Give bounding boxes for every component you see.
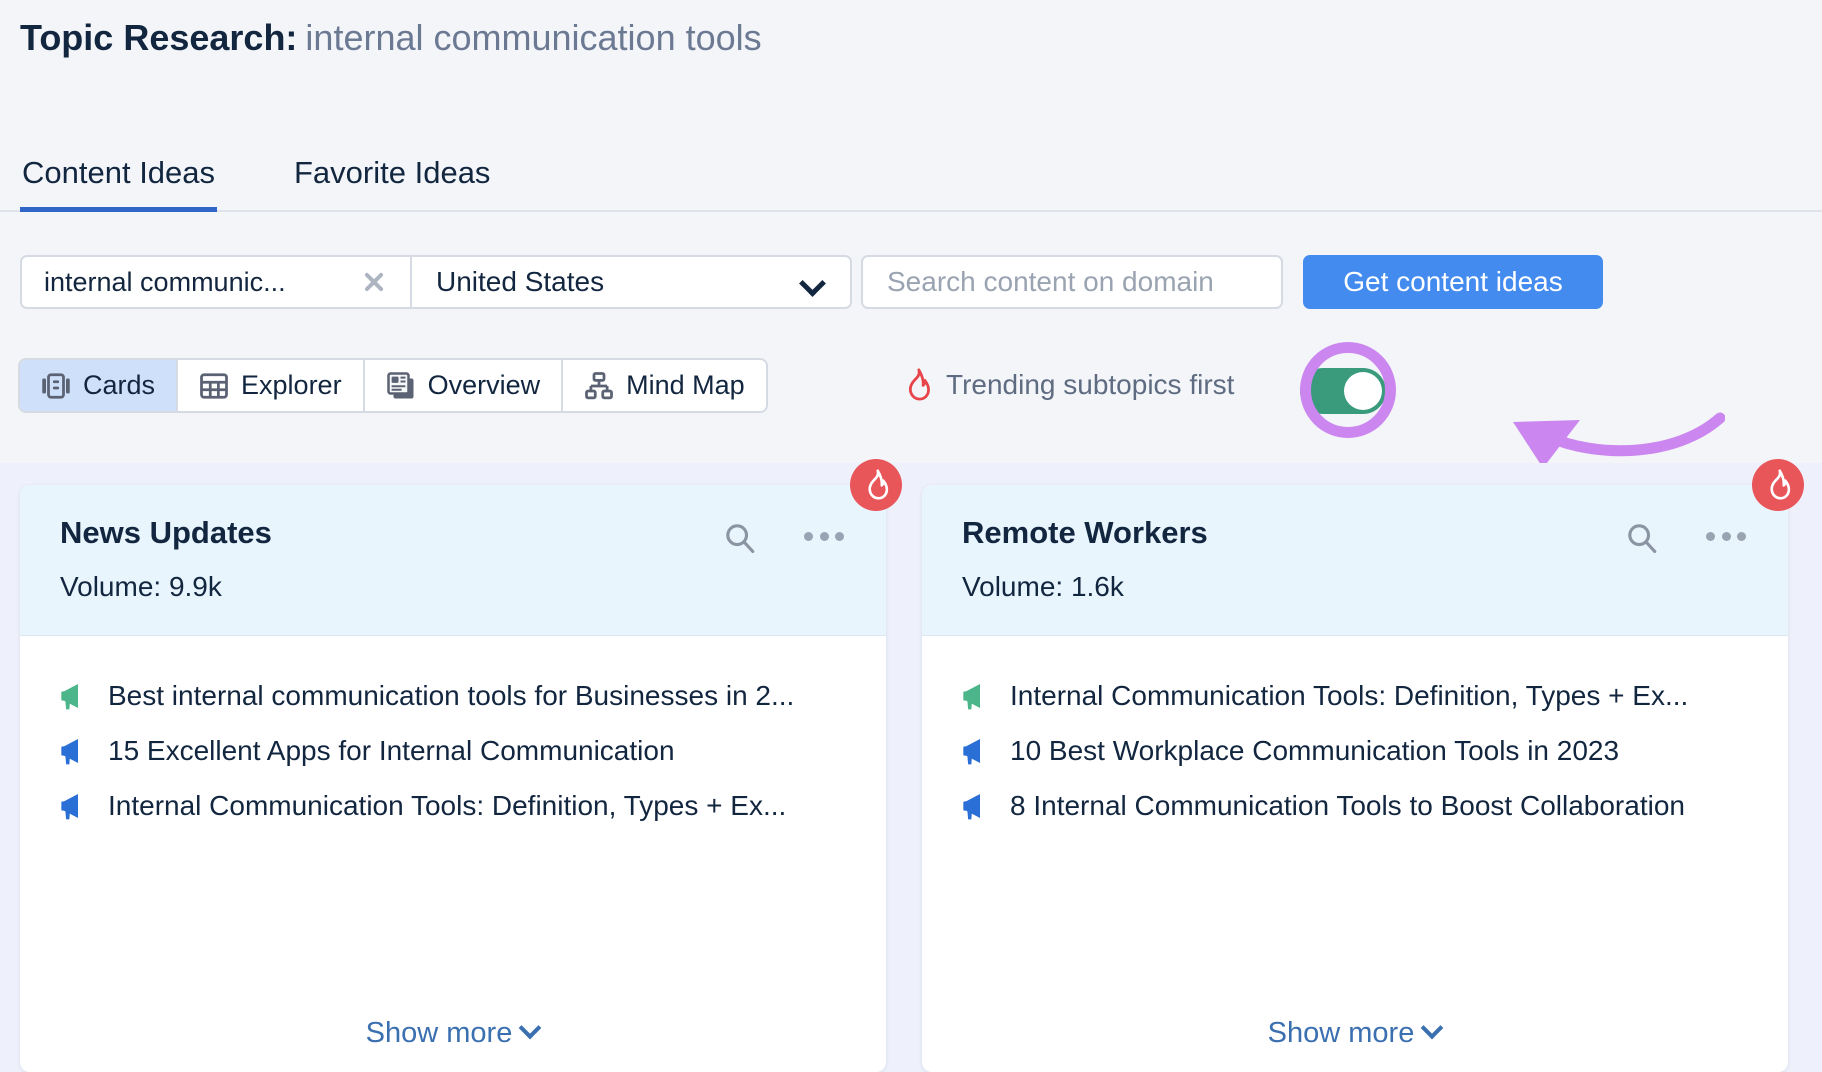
show-more-label: Show more — [365, 1017, 513, 1049]
domain-search-input[interactable]: Search content on domain — [861, 255, 1283, 309]
keyword-value: internal communic... — [44, 266, 286, 297]
list-item[interactable]: 10 Best Workplace Communication Tools in… — [962, 735, 1619, 767]
topic-card-volume: Volume: 1.6k — [962, 571, 1124, 602]
megaphone-icon — [963, 739, 980, 765]
close-icon[interactable] — [360, 268, 388, 296]
topic-card-body: Best internal communication tools for Bu… — [20, 636, 886, 1072]
fire-icon — [908, 368, 930, 401]
view-mode-cards[interactable]: Cards — [20, 360, 179, 411]
country-select[interactable]: United States — [412, 255, 852, 309]
list-item[interactable]: Internal Communication Tools: Definition… — [962, 680, 1688, 712]
page-title-topic: internal communication tools — [305, 17, 762, 58]
list-item[interactable]: 8 Internal Communication Tools to Boost … — [962, 790, 1685, 822]
view-mode-mind-map-label: Mind Map — [626, 370, 745, 400]
tab-favorite-ideas-label: Favorite Ideas — [294, 155, 491, 190]
topic-card[interactable]: News Updates Volume: 9.9k Best internal … — [20, 459, 902, 1072]
tab-content-ideas[interactable]: Content Ideas — [20, 150, 218, 212]
list-item-label: 15 Excellent Apps for Internal Communica… — [108, 735, 675, 766]
show-more-button[interactable]: Show more — [922, 1017, 1788, 1050]
view-mode-explorer[interactable]: Explorer — [178, 360, 365, 411]
trending-badge — [1752, 459, 1804, 511]
list-item-label: Internal Communication Tools: Definition… — [108, 790, 787, 821]
chevron-down-icon — [522, 1020, 540, 1038]
megaphone-icon — [61, 739, 78, 765]
chevron-down-icon — [802, 274, 824, 286]
toggle-knob — [1344, 372, 1382, 410]
view-mode-explorer-label: Explorer — [241, 370, 342, 400]
megaphone-icon — [963, 684, 980, 710]
list-item-label: 8 Internal Communication Tools to Boost … — [1010, 790, 1685, 821]
topic-card-title: Remote Workers — [962, 515, 1208, 550]
page-title: Topic Research: internal communication to… — [20, 16, 762, 60]
keyword-input[interactable]: internal communic... — [20, 255, 412, 309]
trending-subtopics-toggle[interactable] — [1300, 368, 1386, 414]
topic-card-body: Internal Communication Tools: Definition… — [922, 636, 1788, 1072]
search-icon[interactable] — [723, 521, 757, 555]
view-mode-switcher: Cards Explorer Overview Mind Map — [18, 358, 768, 413]
country-value: United States — [436, 266, 605, 297]
ellipsis-icon[interactable] — [804, 531, 844, 541]
tabbar: Content Ideas Favorite Ideas — [0, 150, 1822, 212]
topic-card-title: News Updates — [60, 515, 272, 550]
search-icon[interactable] — [1625, 521, 1659, 555]
chevron-down-icon — [1424, 1020, 1442, 1038]
topic-card-header: Remote Workers Volume: 1.6k — [922, 459, 1804, 636]
list-item[interactable]: Best internal communication tools for Bu… — [60, 680, 794, 712]
fire-icon — [1770, 469, 1791, 500]
cards-area: News Updates Volume: 9.9k Best internal … — [0, 459, 1822, 1072]
list-item-label: Internal Communication Tools: Definition… — [1010, 680, 1689, 711]
page-title-prefix: Topic Research: — [20, 17, 298, 58]
megaphone-icon — [963, 794, 980, 820]
topic-card-header: News Updates Volume: 9.9k — [20, 459, 902, 636]
table-icon — [200, 372, 228, 399]
list-item-label: 10 Best Workplace Communication Tools in… — [1010, 735, 1620, 766]
list-item[interactable]: 15 Excellent Apps for Internal Communica… — [60, 735, 675, 767]
ellipsis-icon[interactable] — [1706, 531, 1746, 541]
view-mode-cards-label: Cards — [83, 370, 156, 400]
trending-badge — [850, 459, 902, 511]
show-more-button[interactable]: Show more — [20, 1017, 886, 1050]
topic-card-volume: Volume: 9.9k — [60, 571, 222, 602]
tab-favorite-ideas[interactable]: Favorite Ideas — [292, 150, 492, 210]
newspaper-icon — [386, 371, 414, 398]
get-content-ideas-button[interactable]: Get content ideas — [1303, 255, 1603, 309]
view-mode-overview[interactable]: Overview — [364, 360, 564, 411]
tab-content-ideas-label: Content Ideas — [22, 155, 216, 190]
trending-subtopics-label: Trending subtopics first — [946, 369, 1235, 400]
view-mode-mind-map[interactable]: Mind Map — [563, 360, 766, 411]
megaphone-icon — [61, 794, 78, 820]
topic-card[interactable]: Remote Workers Volume: 1.6k Internal Com… — [922, 459, 1804, 1072]
annotation-arrow — [1513, 412, 1725, 468]
fire-icon — [868, 469, 889, 500]
list-item-label: Best internal communication tools for Bu… — [108, 680, 795, 711]
view-mode-overview-label: Overview — [427, 370, 541, 400]
domain-placeholder: Search content on domain — [887, 266, 1214, 297]
show-more-label: Show more — [1267, 1017, 1415, 1049]
sitemap-icon — [585, 371, 613, 399]
trending-subtopics-control: Trending subtopics first — [902, 368, 1234, 402]
megaphone-icon — [61, 684, 78, 710]
cards-icon — [42, 372, 70, 399]
list-item[interactable]: Internal Communication Tools: Definition… — [60, 790, 786, 822]
